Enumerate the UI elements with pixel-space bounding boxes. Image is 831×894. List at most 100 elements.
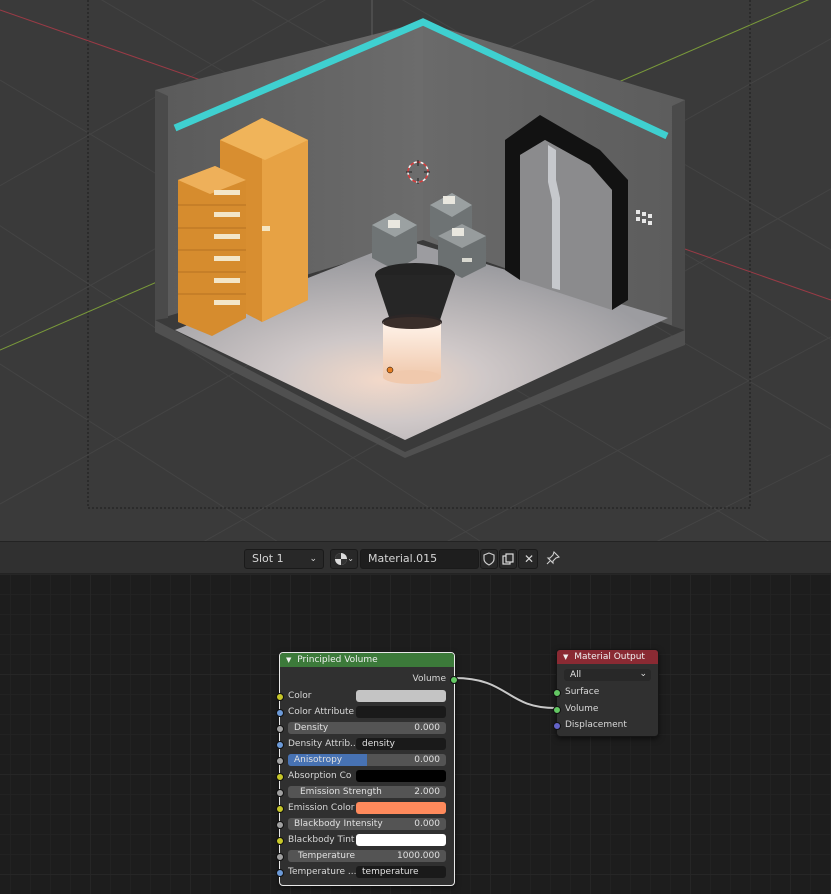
input-blackbody-intensity: Blackbody Intensity 0.000 [276,816,454,832]
pin-icon [546,550,561,565]
close-icon: ✕ [524,552,535,566]
density-label: Density [294,723,329,733]
surface-socket[interactable] [553,689,561,697]
absorption-color-socket[interactable] [276,773,284,781]
absorption-color-swatch[interactable] [356,770,446,782]
anisotropy-value: 0.000 [414,755,440,765]
principled-volume-node[interactable]: ▼ Principled Volume Volume Color Color A… [276,652,458,886]
blackbody-intensity-label: Blackbody Intensity [294,819,383,829]
unlink-material-button[interactable]: ✕ [518,549,538,569]
target-row: All ⌄ [557,667,658,683]
input-displacement: Displacement [553,717,658,733]
input-color-attribute: Color Attribute [276,704,454,720]
anisotropy-label: Anisotropy [294,755,343,765]
volume-input-socket[interactable] [553,706,561,714]
color-label: Color [288,691,312,701]
input-emission-strength: Emission Strength 2.000 [276,784,454,800]
target-value: All [570,670,582,680]
color-attribute-socket[interactable] [276,709,284,717]
input-emission-color: Emission Color [276,800,454,816]
volume-link [453,677,557,709]
3d-viewport[interactable] [0,0,831,541]
temperature-value: 1000.000 [397,851,440,861]
input-anisotropy: Anisotropy 0.000 [276,752,454,768]
duplicate-material-button[interactable] [499,549,517,569]
node-title: Principled Volume [297,655,378,665]
input-volume: Volume [553,701,658,717]
fake-user-button[interactable] [480,549,498,569]
color-attribute-label: Color Attribute [288,707,355,717]
density-attribute-socket[interactable] [276,741,284,749]
color-attribute-field[interactable] [356,706,446,718]
node-title: Material Output [574,652,645,662]
chevron-down-icon: ⌄ [347,554,354,563]
output-volume-label: Volume [412,674,446,684]
temperature-attribute-label: Temperature ... [288,867,357,877]
displacement-socket[interactable] [553,722,561,730]
material-browse-button[interactable]: ⌄ [330,549,358,569]
target-dropdown[interactable]: All ⌄ [564,669,651,681]
blackbody-intensity-socket[interactable] [276,821,284,829]
blackbody-intensity-field[interactable]: Blackbody Intensity 0.000 [288,818,446,830]
emission-color-label: Emission Color [288,803,355,813]
pin-button[interactable] [546,550,564,568]
emission-color-swatch[interactable] [356,802,446,814]
chevron-down-icon: ⌄ [639,669,647,679]
density-attribute-field[interactable]: density [356,738,446,750]
chevron-down-icon: ⌄ [309,554,317,564]
absorption-color-label: Absorption Co [288,771,352,781]
temperature-attribute-socket[interactable] [276,869,284,877]
temperature-field[interactable]: Temperature 1000.000 [288,850,446,862]
collapse-arrow-icon[interactable]: ▼ [563,653,568,661]
surface-label: Surface [565,687,600,697]
temperature-attribute-field[interactable]: temperature [356,866,446,878]
blackbody-tint-swatch[interactable] [356,834,446,846]
output-volume: Volume [280,671,458,687]
input-temperature: Temperature 1000.000 [276,848,454,864]
input-absorption-color: Absorption Co [276,768,454,784]
material-output-node[interactable]: ▼ Material Output All ⌄ Surface Volume D… [553,649,659,737]
density-attribute-label: Density Attrib... [288,739,359,749]
anisotropy-slider[interactable]: Anisotropy 0.000 [288,754,446,766]
color-socket[interactable] [276,693,284,701]
material-name: Material.015 [368,552,438,565]
node-editor-canvas[interactable]: ▼ Principled Volume Volume Color Color A… [0,574,831,894]
emission-color-socket[interactable] [276,805,284,813]
input-blackbody-tint: Blackbody Tint [276,832,454,848]
viewport-scene [0,0,831,541]
emission-strength-socket[interactable] [276,789,284,797]
density-socket[interactable] [276,725,284,733]
emission-strength-label: Emission Strength [300,787,382,797]
color-swatch[interactable] [356,690,446,702]
blackbody-intensity-value: 0.000 [414,819,440,829]
shield-icon [483,552,495,566]
blackbody-tint-label: Blackbody Tint [288,835,355,845]
duplicate-icon [502,553,514,565]
input-surface: Surface [553,684,658,700]
node-header[interactable]: ▼ Principled Volume [280,653,454,667]
density-field[interactable]: Density 0.000 [288,722,446,734]
temperature-attribute-value: temperature [362,867,419,877]
volume-output-socket[interactable] [450,676,458,684]
temperature-socket[interactable] [276,853,284,861]
light-origin [386,366,394,374]
material-name-field[interactable]: Material.015 [360,549,479,569]
material-sphere-icon [335,553,347,565]
temperature-label: Temperature [298,851,356,861]
collapse-arrow-icon[interactable]: ▼ [286,656,291,664]
input-density: Density 0.000 [276,720,454,736]
slot-dropdown[interactable]: Slot 1 ⌄ [244,549,324,569]
emission-strength-field[interactable]: Emission Strength 2.000 [288,786,446,798]
anisotropy-socket[interactable] [276,757,284,765]
density-value: 0.000 [414,723,440,733]
input-density-attribute: Density Attrib... density [276,736,454,752]
slot-label: Slot 1 [252,552,284,565]
node-header[interactable]: ▼ Material Output [557,650,658,664]
input-color: Color [276,688,454,704]
volume-label: Volume [565,704,599,714]
node-editor-header: Slot 1 ⌄ ⌄ Material.015 ✕ [0,541,831,574]
input-temperature-attribute: Temperature ... temperature [276,864,454,880]
density-attribute-value: density [362,739,395,749]
emission-strength-value: 2.000 [414,787,440,797]
blackbody-tint-socket[interactable] [276,837,284,845]
